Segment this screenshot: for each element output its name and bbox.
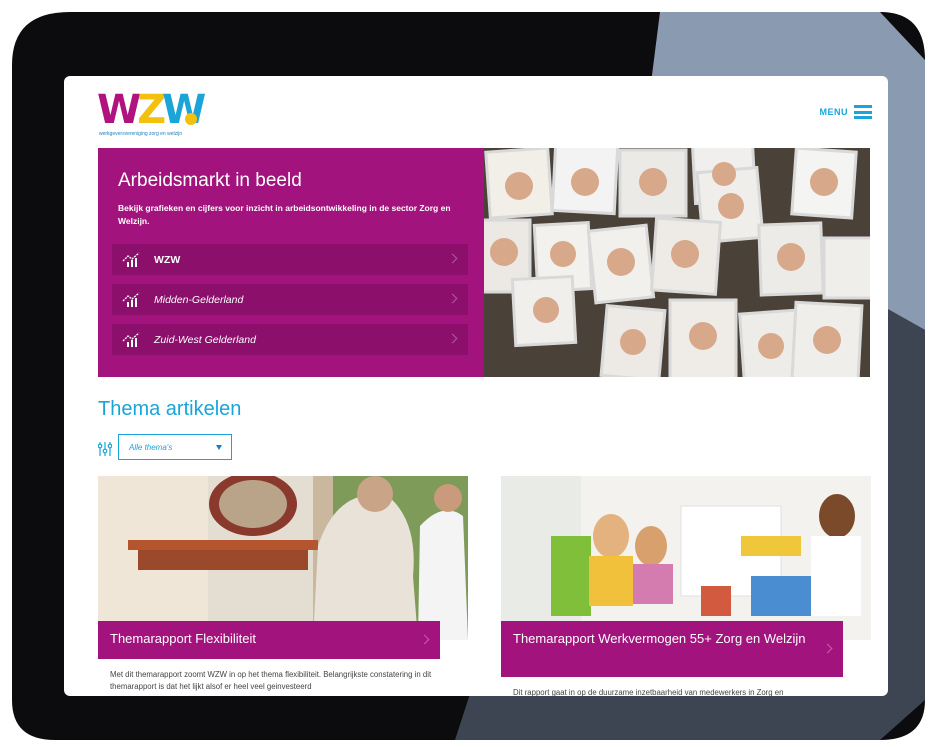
article-title: Themarapport Werkvermogen 55+ Zorg en We… [513,631,806,646]
hamburger-icon [854,105,872,119]
article-excerpt: Dit rapport gaat in op de duurzame inzet… [513,688,784,696]
article-title: Themarapport Flexibiliteit [110,631,256,646]
chevron-right-icon [447,293,458,304]
region-label: Midden-Gelderland [154,293,244,306]
hero: Arbeidsmarkt in beeld Bekijk grafieken e… [98,148,870,377]
menu-label: MENU [819,107,848,117]
region-link-zuid-west-gelderland[interactable]: Zuid-West Gelderland [112,324,468,355]
article-image [501,476,871,640]
menu-button[interactable]: MENU [819,105,872,119]
chart-icon [122,252,140,267]
article-title-band[interactable]: Themarapport Werkvermogen 55+ Zorg en We… [501,621,843,677]
region-label: Zuid-West Gelderland [154,333,256,346]
article-card-flexibiliteit[interactable]: Themarapport Flexibiliteit Met dit thema… [98,476,468,696]
chevron-right-icon [447,253,458,264]
article-image [98,476,468,640]
hero-panel: Arbeidsmarkt in beeld Bekijk grafieken e… [98,148,484,377]
region-label: WZW [154,253,181,266]
logo-dot [185,113,197,125]
region-link-midden-gelderland[interactable]: Midden-Gelderland [112,284,468,315]
chevron-right-icon [447,333,458,344]
theme-filter-value: Alle thema's [129,442,173,452]
chart-icon [122,292,140,307]
hero-photo-collage [484,148,870,377]
caret-down-icon [216,445,222,450]
chevron-right-icon [822,643,833,654]
screen: WZW werkgeversvereniging zorg en welzijn… [64,76,888,696]
device-frame: WZW werkgeversvereniging zorg en welzijn… [0,0,935,747]
region-link-wzw[interactable]: WZW [112,244,468,275]
theme-filter-select[interactable]: Alle thema's [118,434,232,460]
article-card-werkvermogen[interactable]: Themarapport Werkvermogen 55+ Zorg en We… [501,476,871,696]
chevron-right-icon [419,634,430,645]
chart-icon [122,332,140,347]
hero-title: Arbeidsmarkt in beeld [118,170,302,191]
section-title: Thema artikelen [98,398,242,420]
wzw-logo[interactable]: WZW werkgeversvereniging zorg en welzijn [97,87,206,138]
article-excerpt: Met dit themarapport zoomt WZW in op het… [110,670,432,691]
filter-sliders-icon[interactable] [98,442,112,456]
logo-tagline: werkgeversvereniging zorg en welzijn [99,131,183,137]
article-title-band[interactable]: Themarapport Flexibiliteit [98,621,440,659]
hero-subtitle: Bekijk grafieken en cijfers voor inzicht… [118,203,451,226]
logo-mark: WZW [97,87,206,133]
